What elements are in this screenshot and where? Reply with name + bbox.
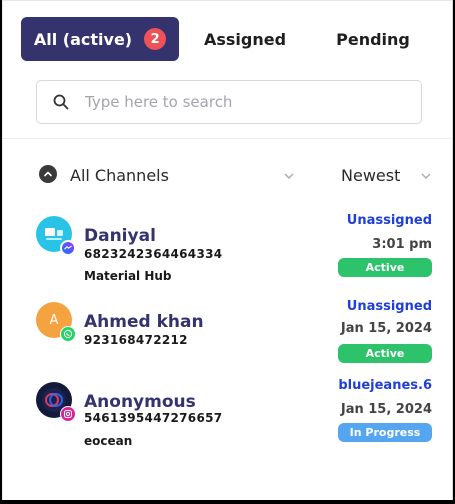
timestamp: 3:01 pm (372, 237, 432, 252)
messenger-icon (60, 240, 76, 256)
assignee-label: bluejeanes.6 (338, 378, 432, 393)
tab-assigned[interactable]: Assigned (193, 17, 297, 61)
instagram-icon (60, 406, 76, 422)
timestamp: Jan 15, 2024 (340, 321, 432, 336)
avatar: A (36, 302, 76, 342)
conversation-item[interactable]: A Ahmed khan 923168472212 Unassigned Jan… (3, 294, 452, 374)
sort-filter-label[interactable]: Newest (341, 166, 400, 185)
filter-row: All Channels Newest (3, 160, 452, 192)
tab-pending[interactable]: Pending (321, 17, 425, 61)
contact-phone: 923168472212 (84, 333, 188, 347)
status-badge: Active (338, 258, 432, 277)
tab-all-active[interactable]: All (active) 2 (21, 17, 179, 61)
tab-bar: All (active) 2 Assigned Pending (21, 17, 452, 61)
channel-filter-label[interactable]: All Channels (70, 166, 169, 185)
contact-name: Anonymous (84, 392, 196, 412)
divider (3, 138, 452, 139)
contact-subtitle: Material Hub (84, 269, 172, 283)
contact-name: Daniyal (84, 226, 156, 246)
contact-subtitle: eocean (84, 434, 133, 448)
avatar (36, 382, 76, 422)
search-box[interactable] (36, 80, 422, 124)
avatar (36, 216, 76, 256)
contact-name: Ahmed khan (84, 312, 204, 332)
assignee-label: Unassigned (346, 213, 432, 228)
search-icon (53, 94, 69, 110)
contact-phone: 6823242364464334 (84, 247, 223, 261)
assignee-label: Unassigned (346, 299, 432, 314)
tab-all-active-label: All (active) (33, 29, 133, 49)
tab-assigned-label: Assigned (203, 29, 287, 49)
timestamp: Jan 15, 2024 (340, 402, 432, 417)
search-input[interactable] (83, 92, 387, 112)
status-badge: Active (338, 344, 432, 363)
conversation-item[interactable]: Anonymous 5461395447276657 eocean blueje… (3, 374, 452, 454)
unread-count-badge: 2 (144, 28, 167, 50)
conversation-panel: All (active) 2 Assigned Pending All Chan… (2, 0, 453, 500)
channel-filter-chevron-down-icon[interactable] (283, 170, 295, 182)
top-border (3, 0, 452, 13)
tab-pending-label: Pending (336, 29, 410, 49)
whatsapp-icon (60, 326, 76, 342)
contact-phone: 5461395447276657 (84, 411, 223, 425)
sort-filter-chevron-down-icon[interactable] (420, 170, 432, 182)
chevron-up-circle-icon[interactable] (39, 165, 57, 183)
conversation-item[interactable]: Daniyal 6823242364464334 Material Hub Un… (3, 208, 452, 288)
status-badge: In Progress (338, 423, 432, 442)
